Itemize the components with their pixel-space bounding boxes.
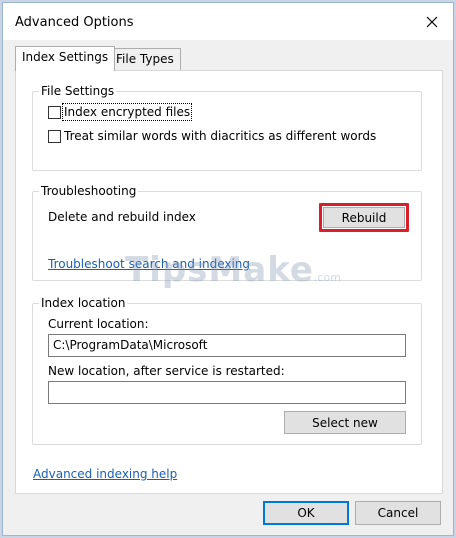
tab-index-settings[interactable]: Index Settings: [15, 46, 116, 71]
index-encrypted-files-checkbox[interactable]: Index encrypted files: [48, 103, 193, 121]
checkbox-box[interactable]: [48, 105, 61, 119]
window-title: Advanced Options: [15, 15, 134, 30]
troubleshooting-group: Troubleshooting Delete and rebuild index…: [32, 183, 422, 281]
select-new-button[interactable]: Select new: [284, 411, 406, 434]
advanced-indexing-help-link[interactable]: Advanced indexing help: [33, 467, 177, 481]
title-bar: Advanced Options: [3, 3, 453, 40]
ok-button[interactable]: OK: [263, 501, 349, 525]
close-icon: [426, 16, 438, 28]
troubleshoot-link[interactable]: Troubleshoot search and indexing: [48, 257, 250, 271]
current-location-field[interactable]: C:\ProgramData\Microsoft: [48, 334, 406, 357]
tab-file-types[interactable]: File Types: [109, 48, 181, 71]
diacritics-checkbox[interactable]: Treat similar words with diacritics as d…: [48, 129, 376, 143]
advanced-options-dialog: Advanced Options Index Settings File Typ…: [2, 2, 454, 536]
close-button[interactable]: [417, 8, 447, 36]
current-location-label: Current location:: [48, 317, 149, 331]
index-location-label: Index location: [39, 295, 128, 311]
troubleshooting-label: Troubleshooting: [39, 183, 139, 199]
file-settings-group: File Settings Index encrypted files Trea…: [32, 83, 422, 171]
rebuild-button[interactable]: Rebuild: [323, 207, 405, 228]
checkbox-label: Treat similar words with diacritics as d…: [64, 129, 377, 143]
cancel-button[interactable]: Cancel: [355, 501, 441, 525]
rebuild-description: Delete and rebuild index: [48, 210, 196, 224]
index-location-group: Index location Current location: C:\Prog…: [32, 295, 422, 445]
checkbox-box[interactable]: [48, 129, 61, 143]
new-location-label: New location, after service is restarted…: [48, 364, 285, 378]
file-settings-label: File Settings: [39, 83, 117, 99]
index-settings-panel: File Settings Index encrypted files Trea…: [15, 70, 443, 494]
checkbox-label: Index encrypted files: [61, 103, 193, 121]
new-location-field[interactable]: [48, 381, 406, 404]
